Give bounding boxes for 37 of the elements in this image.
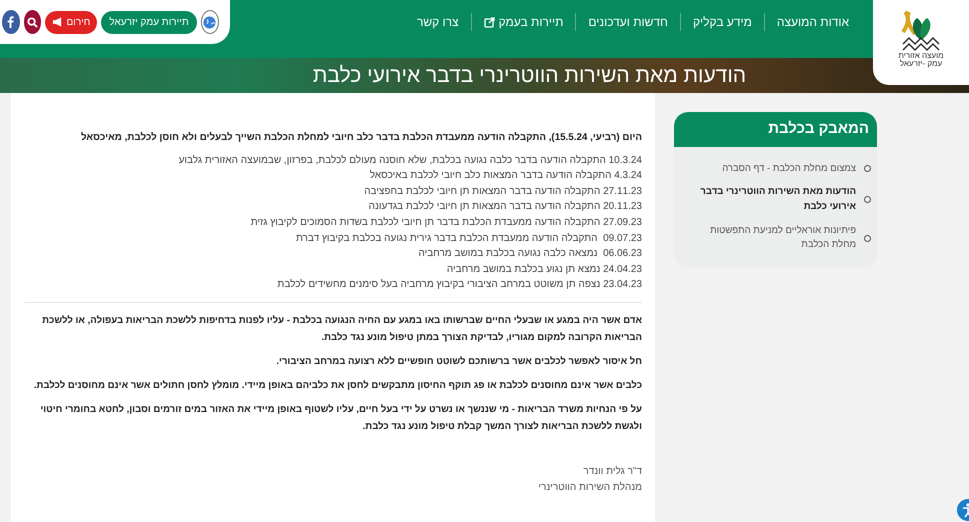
- nav-link[interactable]: צרו קשר: [404, 13, 471, 31]
- signature-line: מנהלת השירות הווטרינרי: [537, 480, 642, 496]
- update-item: 06.06.23 נמצאה כלבה נגועה בכלבת במושב מרחביה: [417, 246, 642, 262]
- notice-paragraph: חל איסור לאפשר לכלבים אשר ברשותכם לשוטט חופשיים ללא רצועה במרחב הציבורי.: [275, 355, 642, 370]
- sidebar-title: המאבק בכלבת: [674, 112, 877, 146]
- update-item: 27.11.23 התקבלה הודעה בדבר המצאות תן חיובי לכלבת בחפציבה: [363, 184, 642, 199]
- notice-paragraph: על פי הנחיות משרד הבריאות - מי שננשך או נשרט על ידי בעל חיים, עליו לשטוף באופן מיידי את האזור במים זורמים וסבון, לחטא בחומרי חיטוי ולגשת ללשכת הבריאות לצורך המשך קבלת טיפול מונע נגד כלבת.: [39, 403, 642, 434]
- nav-link[interactable]: תיירות בעמק: [470, 13, 576, 31]
- update-item: 4.3.24 התקבלה הודעה בדבר המצאות כלב חיובי לכלבת באיכסאל: [368, 168, 642, 184]
- intro-text: היום (רביעי, 15.5.24), התקבלה הודעה ממעבדת הכלבת בדבר כלב חיובי למחלת הכלבת השייך לבעלים ולא חוסן לכלבת, מאיכסאל: [80, 131, 642, 145]
- signature-line: ד"ר גלית וונדר: [582, 464, 642, 480]
- update-item: 24.04.23 נמצא תן נגוע בכלבת במושב מרחביה: [446, 262, 642, 277]
- update-item: 23.04.23 נצפה תן משוטט במרחב הציבורי בקיבוץ מרחביה בעל סימנים מחשידים לכלבת: [276, 278, 642, 292]
- facebook-button[interactable]: [2, 10, 20, 34]
- sidebar-link[interactable]: הודעות מאת השירות הווטרינרי בדבר אירועי כלבת: [674, 185, 877, 215]
- notice-paragraph: אדם אשר היה במגע או שבעלי החיים שברשותו באו במגע עם החיה הנגועה בכלבת - עליו לפנות בדחיפות ללשכת הבריאות בעפולה, או ללשכת הבריאות הקרובה למקום מגוריו, לבדיקת הצורך במתן טיפול מונע נגד כלבת.: [41, 314, 642, 346]
- globe-icon: [203, 16, 216, 28]
- notice-paragraph: כלבים אשר אינם מחוסנים לכלבת או פג תוקף החיסון מתבקשים לחסן את כלביהם באופן מיידי. מומלץ לחסן חתולים אשר אינם מחוסנים לכלבת.: [32, 379, 642, 394]
- update-item: 20.11.23 התקבלה הודעה בדבר המצאות תן חיובי לכלבת בגדעונה: [368, 200, 642, 214]
- sidebar-link[interactable]: פיתיונות אוראליים למניעת התפשטות מחלת הכלבת: [674, 224, 877, 254]
- nav-link[interactable]: מידע בקליק: [680, 13, 764, 31]
- facebook-icon: [7, 16, 14, 28]
- search-button[interactable]: [24, 10, 42, 34]
- tourism-button[interactable]: תיירות עמק יזרעאל: [101, 10, 197, 34]
- nav-link[interactable]: אודות המועצה: [764, 13, 861, 31]
- update-item: 27.09.23 התקבלה הודעה ממעבדת הכלבת בדבר תן חיובי לכלבת בשדות הסמוכים לקיבוץ גזית: [250, 216, 642, 230]
- update-item: 09.07.23 התקבלה הודעה ממעבדת הכלבת בדבר גירית נגועה בכלבת בקיבוץ דברת: [294, 232, 642, 246]
- megaphone-icon: [52, 17, 64, 27]
- language-button[interactable]: [200, 10, 219, 34]
- logo-text: מועצה אזורית: [898, 52, 944, 60]
- logo-text: עמק -יזרעאל: [900, 60, 942, 68]
- emergency-button[interactable]: חירום: [45, 10, 98, 34]
- sidebar-link[interactable]: צמצום מחלת הכלבת - דף הסברה: [674, 162, 877, 176]
- nav-link[interactable]: חדשות ועדכונים: [575, 13, 680, 31]
- search-icon: [27, 16, 38, 28]
- update-item: 10.3.24 התקבלה הודעה בדבר כלבה נגועה בכלבת, שלא חוסנה מעולם לכלבת, בפרזון, שבמועצה האזורית גלבוע: [178, 154, 642, 168]
- page-title: הודעות מאת השירות הווטרינרי בדבר אירועי כלבת: [312, 62, 746, 88]
